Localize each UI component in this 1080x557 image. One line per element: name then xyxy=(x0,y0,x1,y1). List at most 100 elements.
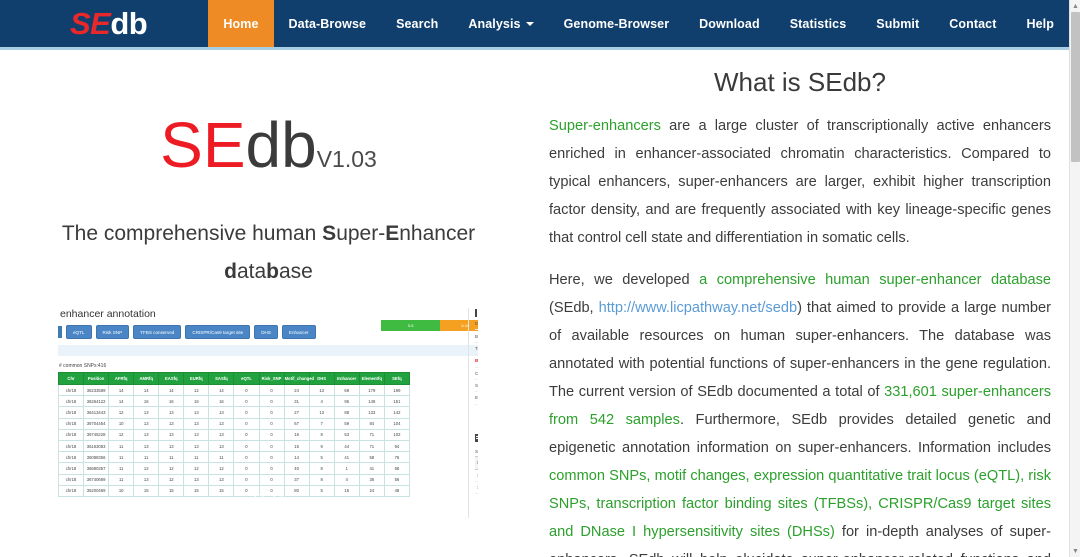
th-eqtl: eQTL xyxy=(233,372,260,385)
nav-item-home[interactable]: Home xyxy=(208,0,274,47)
snp-table: Chr Position AFRfq AMRfq EASfq EURfq SAS… xyxy=(58,372,411,497)
cell: 71 xyxy=(358,439,385,453)
tagline-s: S xyxy=(322,222,337,245)
p1-link-super-enhancers[interactable]: Super-enhancers xyxy=(549,118,661,134)
cell: 0 xyxy=(233,462,260,475)
cell: 0 xyxy=(258,439,285,453)
nav-label-download: Download xyxy=(699,16,760,31)
cell: 11 xyxy=(108,473,135,486)
se-id-row-1[interactable]: SE_01_87000001 xyxy=(475,470,478,482)
hero-logo: SEdbV1.03 xyxy=(0,113,537,177)
page-scrollbar[interactable]: ▲ ▼ xyxy=(1069,0,1080,557)
chevron-down-icon xyxy=(525,21,534,26)
cell: 41 xyxy=(333,451,360,464)
cell: 16 xyxy=(208,395,235,408)
cell: 11 xyxy=(133,451,160,464)
scrollbar-down-arrow[interactable]: ▼ xyxy=(1070,545,1080,557)
cell: 12 xyxy=(183,383,210,397)
cell: 179 xyxy=(358,383,385,397)
th-easfq: EASfq xyxy=(158,372,185,385)
cell: 0 xyxy=(233,439,260,453)
pill-enhancer[interactable]: Enhancer xyxy=(281,325,316,339)
nav-item-help[interactable]: Help xyxy=(1012,0,1070,47)
logo-db-text: db xyxy=(110,5,148,41)
p2-link-database[interactable]: a comprehensive human super-enhancer dat… xyxy=(699,272,1051,288)
table-row: chr18 36233589 14 14 14 12 14 0 0 24 13 … xyxy=(58,383,411,397)
marker-bar-icon xyxy=(58,326,62,338)
hero-tagline: The comprehensive human Super-Enhancer d… xyxy=(0,215,537,291)
cell: 0 xyxy=(233,406,260,419)
th-amrfq: AMRfq xyxy=(133,372,160,385)
th-chr: Chr xyxy=(58,372,85,385)
table-row: chr18 36745228 12 13 13 13 13 0 0 16 8 5… xyxy=(58,428,411,441)
field-start-position: Start position: xyxy=(475,380,478,393)
snp-table-body: chr18 36233589 14 14 14 12 14 0 0 24 13 … xyxy=(58,383,411,497)
cell: 16 xyxy=(183,395,210,408)
carousel-dot-1[interactable] xyxy=(253,494,264,504)
se-id-row-2[interactable]: SE_01_87000002 xyxy=(475,482,478,494)
nav-links: Home Data-Browse Search Analysis Genome-… xyxy=(208,0,1069,47)
th-elementfq: Elementfq xyxy=(358,372,385,385)
page-content: SEdbV1.03 The comprehensive human Super-… xyxy=(0,53,1069,557)
light-band xyxy=(58,345,478,356)
nav-label-data-browse: Data-Browse xyxy=(288,16,367,31)
show-label: Show xyxy=(475,448,478,454)
cell: 16 xyxy=(283,428,310,441)
cell: 13 xyxy=(133,473,160,486)
show-entries-row: Show 20 entries xyxy=(475,447,478,456)
pill-crispr-cas9[interactable]: CRISPR/Cas9 target site xyxy=(185,325,251,339)
cell: 13 xyxy=(308,383,335,397)
screenshot-title: enhancer annotation xyxy=(60,308,156,320)
th-sasfq: SASfq xyxy=(208,372,235,385)
pill-eqtl[interactable]: eQTL xyxy=(66,325,92,339)
cell: 0 xyxy=(233,395,260,408)
scrollbar-up-arrow[interactable]: ▲ xyxy=(1070,0,1080,12)
cell: 15 xyxy=(283,439,310,453)
cell: 8 xyxy=(308,462,335,475)
table-row: chr18 36413443 12 13 13 13 13 0 0 27 13 … xyxy=(58,406,411,419)
nav-item-analysis[interactable]: Analysis xyxy=(453,0,548,47)
nav-label-search: Search xyxy=(396,16,439,31)
nav-item-download[interactable]: Download xyxy=(684,0,775,47)
nav-label-statistics: Statistics xyxy=(789,16,847,31)
cell: 13 xyxy=(133,417,160,430)
table-row: chr18 36088356 11 11 11 11 11 0 0 14 5 4… xyxy=(58,451,411,464)
pill-dhs[interactable]: DHS xyxy=(254,325,278,339)
bar-chart-icon xyxy=(475,309,478,317)
search-header: Search xyxy=(475,433,478,443)
carousel-screenshot[interactable]: enhancer annotation eQTL Risk SNP TFBS c… xyxy=(58,308,478,518)
page-title: What is SEdb? xyxy=(714,67,886,97)
cell: 58 xyxy=(358,451,385,464)
nav-item-contact[interactable]: Contact xyxy=(934,0,1011,47)
se-id-column-header[interactable]: SE ID ⇅ xyxy=(475,455,478,470)
pill-tfbs-conserved[interactable]: TFBS conserved xyxy=(133,325,182,339)
legend-seg-low: 0-5 xyxy=(381,320,441,331)
scrollbar-thumb[interactable] xyxy=(1071,12,1080,162)
p2-text-a: Here, we developed xyxy=(549,272,700,289)
site-logo[interactable]: SE db xyxy=(0,0,208,47)
cell: 13 xyxy=(208,406,235,419)
table-row: chr18 36740669 11 13 12 13 13 0 0 37 8 4 xyxy=(58,473,411,486)
cell: 0 xyxy=(258,451,285,464)
cell: 40 xyxy=(283,462,310,475)
nav-item-search[interactable]: Search xyxy=(381,0,453,47)
tagline-part-5: ase xyxy=(279,259,313,283)
cell: 24 xyxy=(283,383,310,397)
cell: 27 xyxy=(283,406,310,419)
cell: 36264122 xyxy=(83,395,110,408)
cell: 149 xyxy=(358,395,385,408)
main-navbar: SE db Home Data-Browse Search Analysis Ge… xyxy=(0,0,1069,50)
p2-url-link[interactable]: http://www.licpathway.net/sedb xyxy=(599,300,797,316)
th-sefq: SEfq xyxy=(383,372,411,385)
pill-risk-snp[interactable]: Risk SNP xyxy=(95,325,130,339)
nav-item-data-browse[interactable]: Data-Browse xyxy=(274,0,382,47)
cell: 36704454 xyxy=(83,417,110,430)
nav-item-genome-browser[interactable]: Genome-Browser xyxy=(549,0,685,47)
carousel-dot-2[interactable] xyxy=(272,494,283,504)
th-motif-changed: Motif_changed xyxy=(283,372,314,385)
list-icon xyxy=(475,433,478,442)
nav-item-statistics[interactable]: Statistics xyxy=(775,0,862,47)
cell: 11 xyxy=(158,451,185,464)
nav-item-submit[interactable]: Submit xyxy=(861,0,934,47)
cell: 36740669 xyxy=(83,473,110,486)
